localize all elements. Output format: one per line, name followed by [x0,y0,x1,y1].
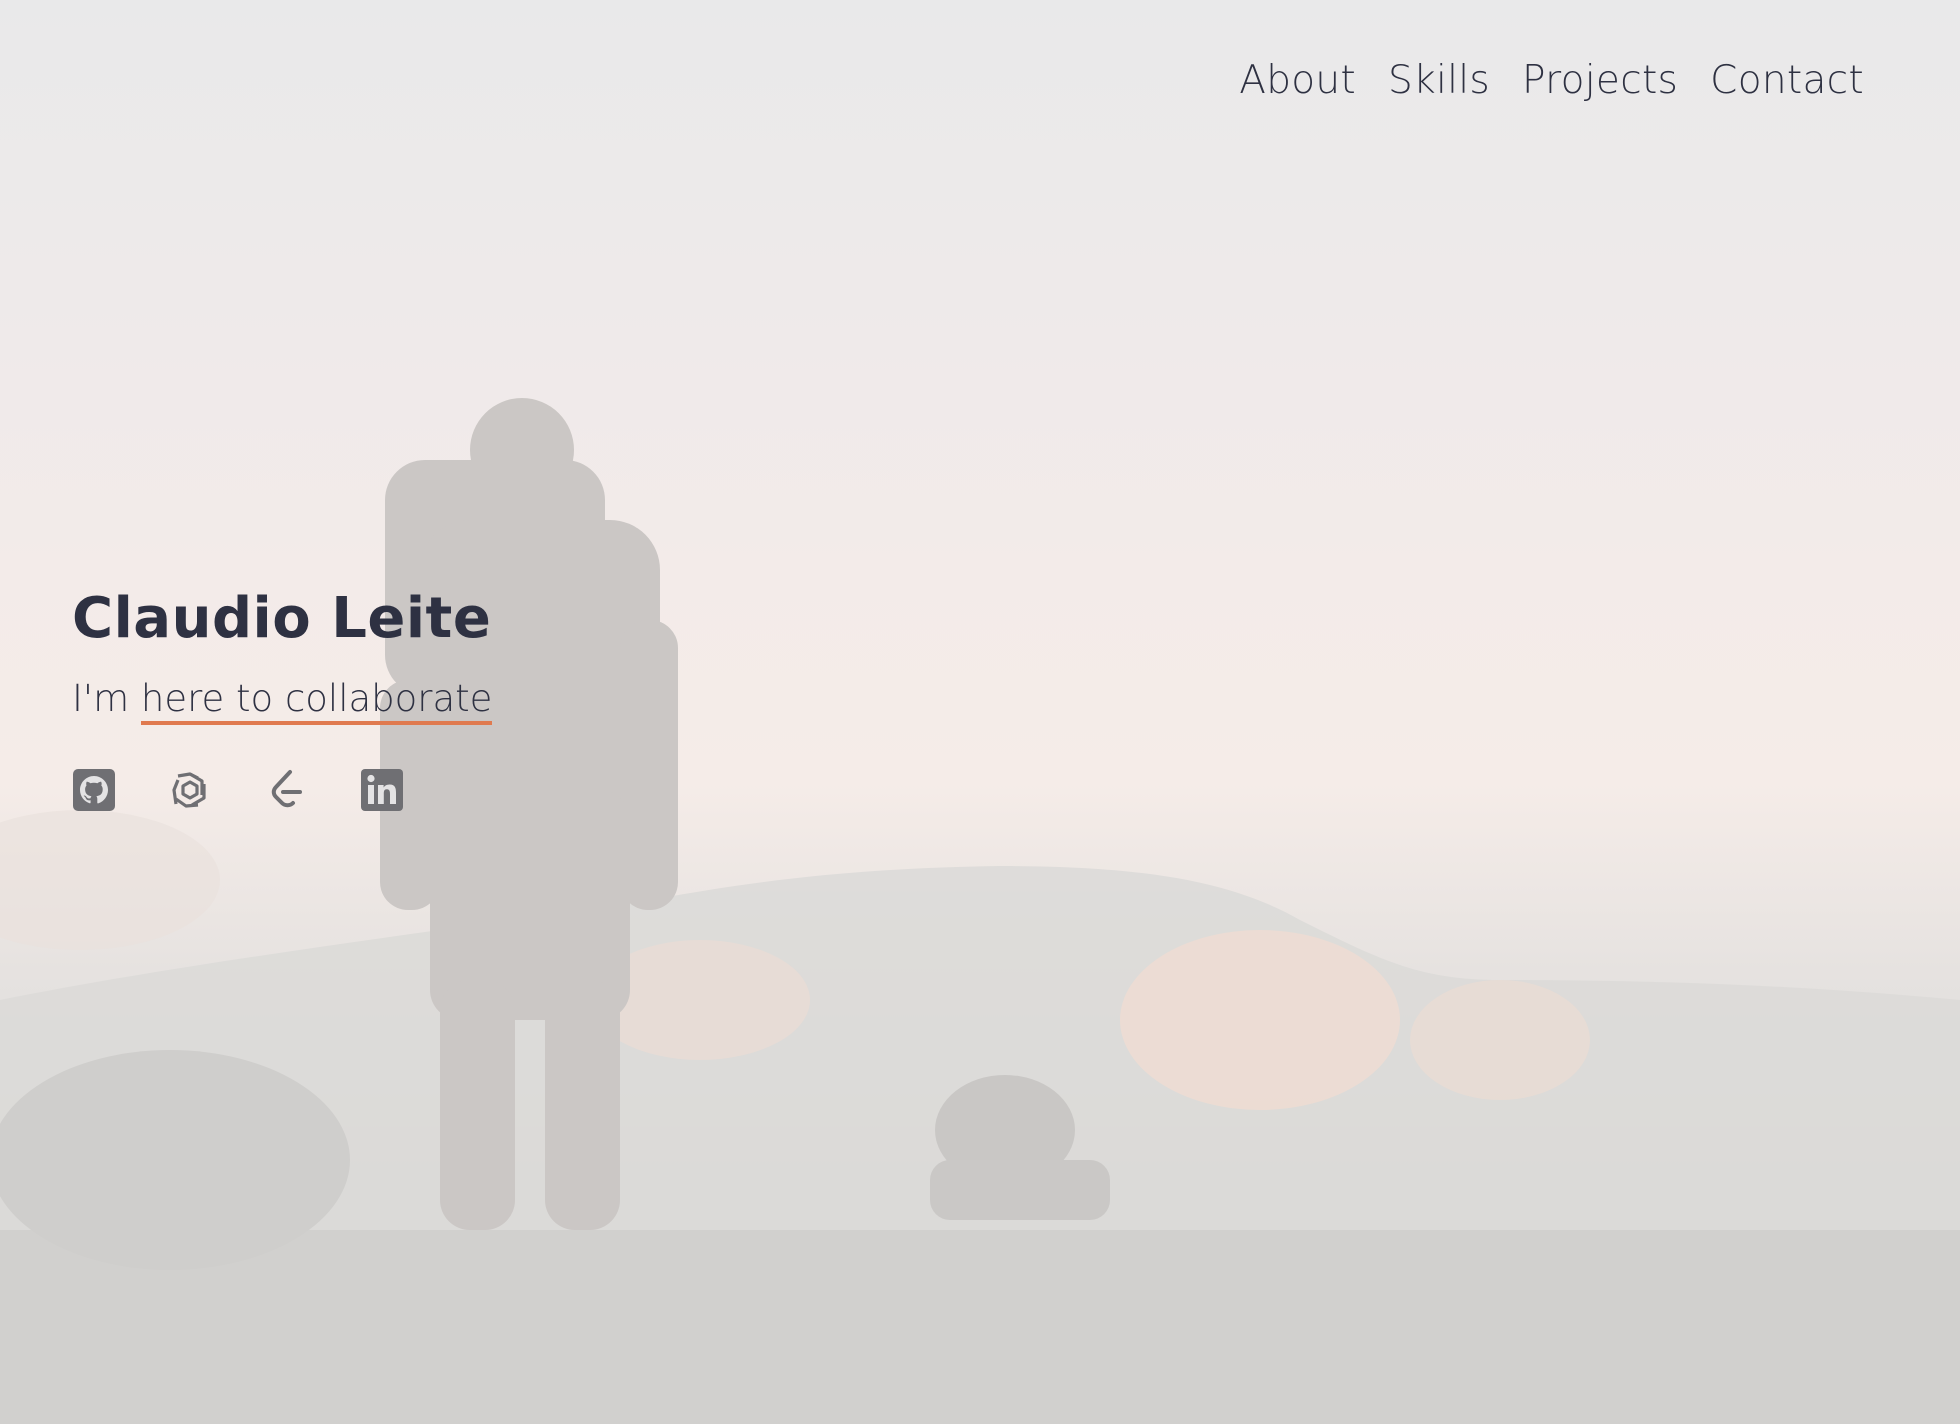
openai-link[interactable] [168,768,212,812]
github-icon [73,769,115,811]
leetcode-icon [271,770,302,808]
tagline-highlight: here to collaborate [140,677,493,725]
social-links [72,768,492,812]
hero-tagline: I'm here to collaborate [72,677,493,725]
nav-skills[interactable]: Skills [1388,58,1490,103]
hero-section: Claudio Leite I'm here to collaborate [72,586,493,812]
tagline-prefix: I'm [72,677,130,720]
linkedin-icon [361,769,403,811]
openai-icon [172,772,206,808]
nav-contact[interactable]: Contact [1710,58,1864,103]
leetcode-link[interactable] [264,768,308,812]
github-link[interactable] [72,768,116,812]
nav-about[interactable]: About [1239,58,1356,103]
linkedin-link[interactable] [360,768,404,812]
main-nav: About Skills Projects Contact [1239,58,1864,103]
hero-name: Claudio Leite [72,586,492,651]
nav-projects[interactable]: Projects [1522,58,1678,103]
